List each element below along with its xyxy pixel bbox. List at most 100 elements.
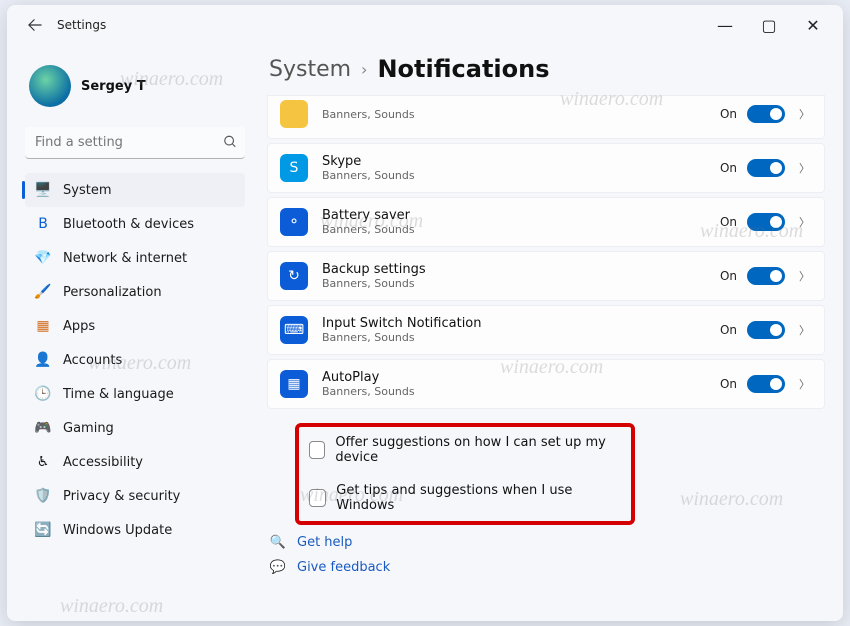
- nav-icon: 👤: [35, 352, 51, 368]
- back-arrow-icon: [28, 18, 42, 32]
- app-title: Input Switch Notification: [322, 316, 482, 331]
- get-help-row: 🔍 Get help: [269, 535, 825, 550]
- app-subtitle: Banners, Sounds: [322, 331, 482, 344]
- toggle-switch[interactable]: [747, 213, 785, 231]
- sidebar-item-label: Time & language: [63, 387, 174, 402]
- nav-icon: 🖥️: [35, 182, 51, 198]
- sidebar-item-bluetooth-devices[interactable]: B Bluetooth & devices: [25, 207, 245, 241]
- feedback-row: 💬 Give feedback: [269, 560, 825, 575]
- toggle-switch[interactable]: [747, 321, 785, 339]
- sidebar-item-label: Windows Update: [63, 523, 172, 538]
- nav-icon: ▦: [35, 318, 51, 334]
- sidebar-item-label: Network & internet: [63, 251, 187, 266]
- feedback-icon: 💬: [269, 560, 287, 575]
- give-feedback-link[interactable]: Give feedback: [297, 560, 390, 575]
- toggle-state: On: [720, 323, 737, 337]
- minimize-button[interactable]: —: [703, 10, 747, 40]
- app-subtitle: Banners, Sounds: [322, 277, 426, 290]
- app-title: Backup settings: [322, 262, 426, 277]
- sidebar: Sergey T 🖥️ System B Bluetooth & devices 💎 Ne…: [7, 45, 257, 621]
- check-tips-row: Get tips and suggestions when I use Wind…: [309, 483, 621, 513]
- avatar: [29, 65, 71, 107]
- search-input[interactable]: [25, 127, 245, 159]
- notification-app-row[interactable]: ⚬Battery saverBanners, SoundsOn〉: [267, 197, 825, 247]
- chevron-right-icon: 〉: [799, 322, 810, 338]
- account-block[interactable]: Sergey T: [25, 55, 245, 121]
- sidebar-item-accessibility[interactable]: ♿Accessibility: [25, 445, 245, 479]
- check-tips[interactable]: [309, 489, 326, 507]
- toggle-state: On: [720, 161, 737, 175]
- toggle-switch[interactable]: [747, 105, 785, 123]
- nav-icon: 🛡️: [35, 488, 51, 504]
- sidebar-item-time-language[interactable]: 🕒 Time & language: [25, 377, 245, 411]
- maximize-button[interactable]: ▢: [747, 10, 791, 40]
- window-title: Settings: [57, 18, 106, 32]
- get-help-link[interactable]: Get help: [297, 535, 352, 550]
- sidebar-item-system[interactable]: 🖥️ System: [25, 173, 245, 207]
- nav-icon: 🔄: [35, 522, 51, 538]
- chevron-right-icon: 〉: [799, 376, 810, 392]
- toggle-switch[interactable]: [747, 159, 785, 177]
- nav-list: 🖥️ System B Bluetooth & devices 💎 Network & i…: [25, 173, 245, 547]
- nav-icon: 🕒: [35, 386, 51, 402]
- chevron-right-icon: 〉: [799, 160, 810, 176]
- app-icon: [280, 100, 308, 128]
- app-subtitle: Banners, Sounds: [322, 108, 415, 121]
- back-button[interactable]: [21, 11, 49, 39]
- chevron-right-icon: 〉: [799, 268, 810, 284]
- app-icon: ⚬: [280, 208, 308, 236]
- search-icon: [223, 134, 237, 153]
- chevron-right-icon: 〉: [799, 214, 810, 230]
- sidebar-item-label: Accessibility: [63, 455, 143, 470]
- notification-app-row[interactable]: ▦ AutoPlayBanners, Sounds On 〉: [267, 359, 825, 409]
- check-offer-suggestions-label: Offer suggestions on how I can set up my…: [335, 435, 621, 465]
- app-icon: ▦: [280, 370, 308, 398]
- sidebar-item-personalization[interactable]: 🖌️Personalization: [25, 275, 245, 309]
- help-icon: 🔍: [269, 535, 287, 550]
- sidebar-item-windows-update[interactable]: 🔄 Windows Update: [25, 513, 245, 547]
- sidebar-item-label: Personalization: [63, 285, 162, 300]
- sidebar-item-label: Apps: [63, 319, 95, 334]
- app-icon: ⌨: [280, 316, 308, 344]
- app-subtitle: Banners, Sounds: [322, 385, 415, 398]
- close-button[interactable]: ✕: [791, 10, 835, 40]
- sidebar-item-privacy-security[interactable]: 🛡️ Privacy & security: [25, 479, 245, 513]
- app-title: Skype: [322, 154, 415, 169]
- titlebar: Settings — ▢ ✕: [7, 5, 843, 45]
- sidebar-item-accounts[interactable]: 👤 Accounts: [25, 343, 245, 377]
- account-name: Sergey T: [81, 79, 146, 94]
- toggle-state: On: [720, 215, 737, 229]
- notification-app-row[interactable]: ↻Backup settingsBanners, SoundsOn〉: [267, 251, 825, 301]
- sidebar-item-label: Privacy & security: [63, 489, 180, 504]
- breadcrumb-parent[interactable]: System: [269, 57, 351, 82]
- sidebar-item-label: Gaming: [63, 421, 114, 436]
- app-title: AutoPlay: [322, 370, 415, 385]
- check-offer-suggestions[interactable]: [309, 441, 325, 459]
- app-title: Battery saver: [322, 208, 415, 223]
- toggle-state: On: [720, 377, 737, 391]
- sidebar-item-label: Accounts: [63, 353, 122, 368]
- notification-app-row[interactable]: ⌨ Input Switch NotificationBanners, Sound…: [267, 305, 825, 355]
- sidebar-item-apps[interactable]: ▦ Apps: [25, 309, 245, 343]
- page-title: Notifications: [377, 55, 549, 83]
- search-field: [25, 127, 245, 159]
- sidebar-item-network-internet[interactable]: 💎 Network & internet: [25, 241, 245, 275]
- toggle-switch[interactable]: [747, 375, 785, 393]
- minimize-icon: —: [717, 16, 733, 35]
- toggle-state: On: [720, 269, 737, 283]
- nav-icon: 💎: [35, 250, 51, 266]
- chevron-right-icon: ›: [361, 60, 367, 79]
- nav-icon: B: [35, 216, 51, 232]
- notification-app-row[interactable]: Banners, SoundsOn〉: [267, 95, 825, 139]
- breadcrumb: System › Notifications: [267, 53, 825, 95]
- chevron-right-icon: 〉: [799, 106, 810, 122]
- sidebar-item-label: System: [63, 183, 111, 198]
- toggle-switch[interactable]: [747, 267, 785, 285]
- notification-app-row[interactable]: SSkypeBanners, SoundsOn〉: [267, 143, 825, 193]
- app-subtitle: Banners, Sounds: [322, 169, 415, 182]
- nav-icon: 🎮: [35, 420, 51, 436]
- check-offer-suggestions-row: Offer suggestions on how I can set up my…: [309, 435, 621, 465]
- sidebar-item-label: Bluetooth & devices: [63, 217, 194, 232]
- sidebar-item-gaming[interactable]: 🎮 Gaming: [25, 411, 245, 445]
- settings-window: Settings — ▢ ✕ Sergey T 🖥️ System B Bluetoo…: [7, 5, 843, 621]
